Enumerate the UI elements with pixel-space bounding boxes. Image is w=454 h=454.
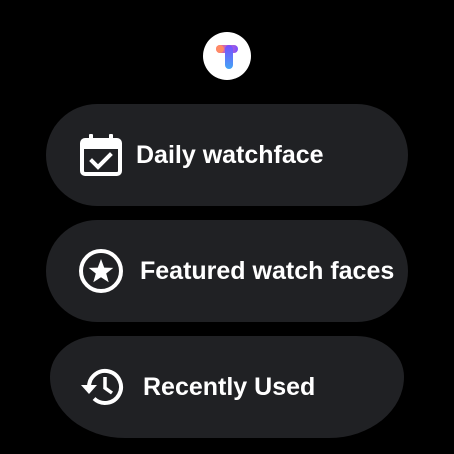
app-logo-icon — [203, 32, 251, 80]
calendar-check-icon — [78, 132, 124, 178]
featured-watch-faces-button[interactable]: Featured watch faces — [46, 220, 408, 322]
recently-used-label: Recently Used — [143, 373, 316, 401]
star-circle-icon — [78, 248, 124, 294]
daily-watchface-button[interactable]: Daily watchface — [46, 104, 408, 206]
daily-watchface-label: Daily watchface — [136, 141, 324, 169]
featured-watch-faces-label: Featured watch faces — [140, 257, 395, 285]
recently-used-button[interactable]: Recently Used — [50, 336, 404, 438]
history-icon — [80, 364, 126, 410]
tiles-t-logo-icon — [216, 45, 238, 69]
watch-screen: Daily watchface Featured watch faces Rec… — [0, 0, 454, 454]
